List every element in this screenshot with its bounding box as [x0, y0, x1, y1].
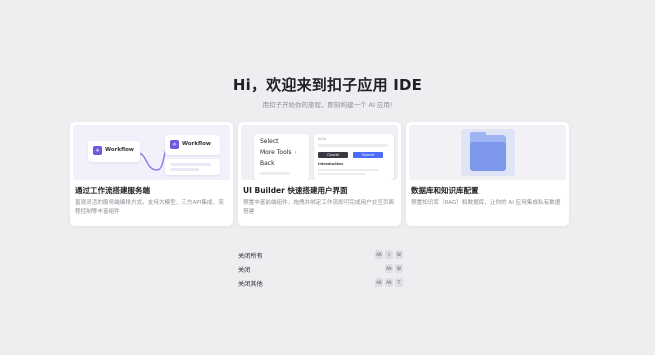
workflow-node-placeholder — [165, 159, 220, 175]
menu-preview: Select More Tools › Back — [254, 134, 309, 180]
workflow-thumbnail: ⟡ Workflow ⟡ Workflow — [73, 125, 230, 180]
placeholder-line — [260, 172, 290, 175]
placeholder-line — [318, 169, 378, 171]
keyboard-shortcuts: 关闭所有 Alt ⇧ W 关闭 Alt W 关闭其他 Alt Alt T — [238, 249, 403, 291]
card-title: 通过工作流搭建服务端 — [75, 186, 150, 195]
key-cap: Alt — [385, 264, 393, 273]
shortcut-keys: Alt Alt T — [375, 278, 403, 287]
shortcut-label: 关闭所有 — [238, 253, 263, 260]
folder-icon — [470, 142, 506, 171]
placeholder-line — [171, 168, 199, 171]
page-subtitle: 用扣子开始你的旅程，即刻构建一个 AI 应用! — [262, 101, 393, 109]
submit-button-preview: Submit — [353, 152, 383, 158]
key-cap: W — [395, 264, 403, 273]
chevron-right-icon: › — [294, 150, 297, 156]
shortcut-label: 关闭其他 — [238, 281, 263, 288]
database-knowledge-card[interactable]: 数据库和知识库配置 预置知识库（RAG）和数据库，让你的 AI 应用集成私有数据 — [406, 122, 569, 226]
placeholder-line — [318, 173, 366, 175]
page-title: Hi，欢迎来到扣子应用 IDE — [232, 76, 423, 94]
card-description: 预置丰富前端组件，拖拽并绑定工作流即可完成用户交互页面搭建 — [243, 200, 395, 215]
shortcut-row: 关闭其他 Alt Alt T — [238, 277, 403, 291]
menu-item: Back — [260, 160, 275, 167]
workflow-node: ⟡ Workflow — [165, 135, 220, 155]
placeholder-line — [171, 163, 211, 166]
welcome-hero: Hi，欢迎来到扣子应用 IDE 用扣子开始你的旅程，即刻构建一个 AI 应用! — [0, 74, 655, 109]
key-cap: W — [395, 250, 403, 259]
menu-item: More Tools › — [260, 149, 297, 156]
shortcut-keys: Alt W — [385, 264, 403, 273]
feature-cards: ⟡ Workflow ⟡ Workflow 通过工作流搭建服务端 直观灵活的服务… — [70, 122, 570, 226]
shortcut-keys: Alt ⇧ W — [375, 250, 403, 259]
ui-builder-card[interactable]: Select More Tools › Back Intro Cancel Sub… — [238, 122, 401, 226]
card-description: 直观灵活的服务端编排方式。支持大模型、三方API集成、流程控制等丰富组件 — [75, 200, 224, 215]
workflow-node-icon: ⟡ — [170, 140, 179, 149]
menu-item: Select — [260, 138, 279, 145]
shortcut-row: 关闭 Alt W — [238, 263, 403, 277]
workflow-node: ⟡ Workflow — [88, 141, 140, 162]
card-title: UI Builder 快速搭建用户界面 — [243, 186, 348, 195]
panel-label: Intro — [318, 137, 327, 141]
card-description: 预置知识库（RAG）和数据库，让你的 AI 应用集成私有数据 — [411, 200, 561, 206]
placeholder-line — [318, 144, 388, 147]
key-cap: Alt — [375, 250, 383, 259]
workflow-node-label: Workflow — [105, 147, 134, 153]
database-thumbnail — [409, 125, 566, 180]
workflow-node-label: Workflow — [182, 141, 211, 147]
workflow-card[interactable]: ⟡ Workflow ⟡ Workflow 通过工作流搭建服务端 直观灵活的服务… — [70, 122, 233, 226]
card-title: 数据库和知识库配置 — [411, 186, 479, 195]
key-cap: Alt — [385, 278, 393, 287]
panel-preview: Intro Cancel Submit Introduction — [314, 134, 394, 180]
key-cap: T — [395, 278, 403, 287]
key-cap: ⇧ — [385, 250, 393, 259]
shortcut-row: 关闭所有 Alt ⇧ W — [238, 249, 403, 263]
ide-welcome-page: Hi，欢迎来到扣子应用 IDE 用扣子开始你的旅程，即刻构建一个 AI 应用! … — [0, 0, 655, 355]
ui-builder-thumbnail: Select More Tools › Back Intro Cancel Sub… — [241, 125, 398, 180]
workflow-node-icon: ⟡ — [93, 146, 102, 155]
shortcut-label: 关闭 — [238, 267, 251, 274]
intro-title: Introduction — [318, 162, 344, 166]
cancel-button-preview: Cancel — [318, 152, 348, 158]
key-cap: Alt — [375, 278, 383, 287]
